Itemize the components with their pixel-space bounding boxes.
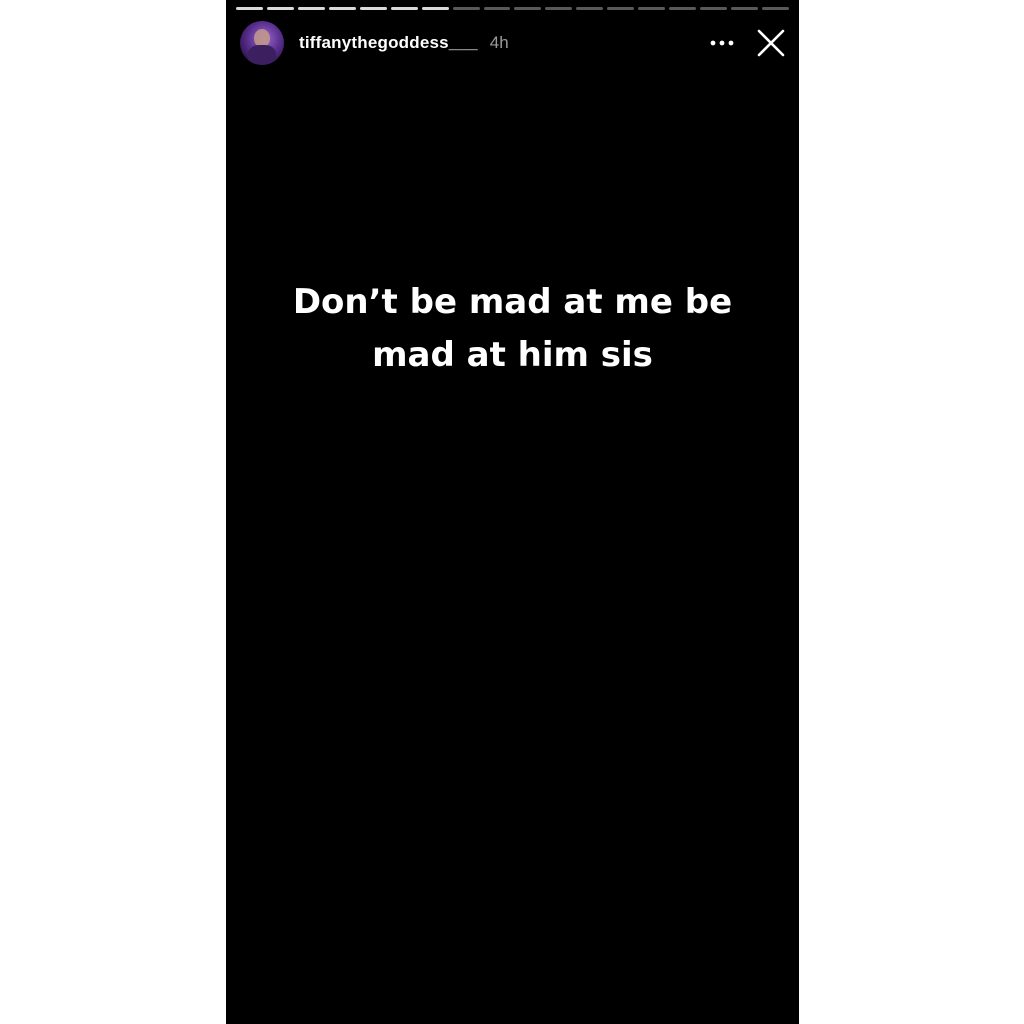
progress-segment xyxy=(297,7,325,10)
story-progress-bar xyxy=(236,7,789,10)
username[interactable]: tiffanythegoddess___ xyxy=(299,33,478,53)
progress-segment xyxy=(514,7,542,10)
caption-line-1: Don’t be mad at me be xyxy=(292,282,733,322)
progress-segment xyxy=(761,7,789,10)
progress-segment xyxy=(359,7,387,10)
progress-segment xyxy=(452,7,480,10)
progress-segment xyxy=(576,7,604,10)
progress-segment xyxy=(266,7,294,10)
close-icon xyxy=(757,29,785,57)
more-horizontal-icon xyxy=(710,40,734,46)
close-button[interactable] xyxy=(755,27,787,59)
profile-avatar[interactable] xyxy=(240,21,284,65)
more-options-button[interactable] xyxy=(707,28,737,58)
progress-segment xyxy=(545,7,573,10)
story-timestamp: 4h xyxy=(489,33,509,52)
progress-segment xyxy=(236,7,263,10)
progress-segment xyxy=(390,7,418,10)
progress-segment xyxy=(483,7,511,10)
progress-segment xyxy=(421,7,449,10)
progress-segment xyxy=(638,7,666,10)
progress-segment xyxy=(328,7,356,10)
progress-segment xyxy=(731,7,758,10)
progress-segment xyxy=(607,7,635,10)
progress-segment xyxy=(669,7,697,10)
caption-line-2: mad at him sis xyxy=(372,335,653,375)
story-text-caption: Don’t be mad at me be mad at him sis xyxy=(226,276,799,382)
story-header: tiffanythegoddess___ 4h xyxy=(240,20,787,66)
progress-segment xyxy=(700,7,727,10)
story-viewer[interactable]: tiffanythegoddess___ 4h Don’t be mad at … xyxy=(226,0,799,1024)
